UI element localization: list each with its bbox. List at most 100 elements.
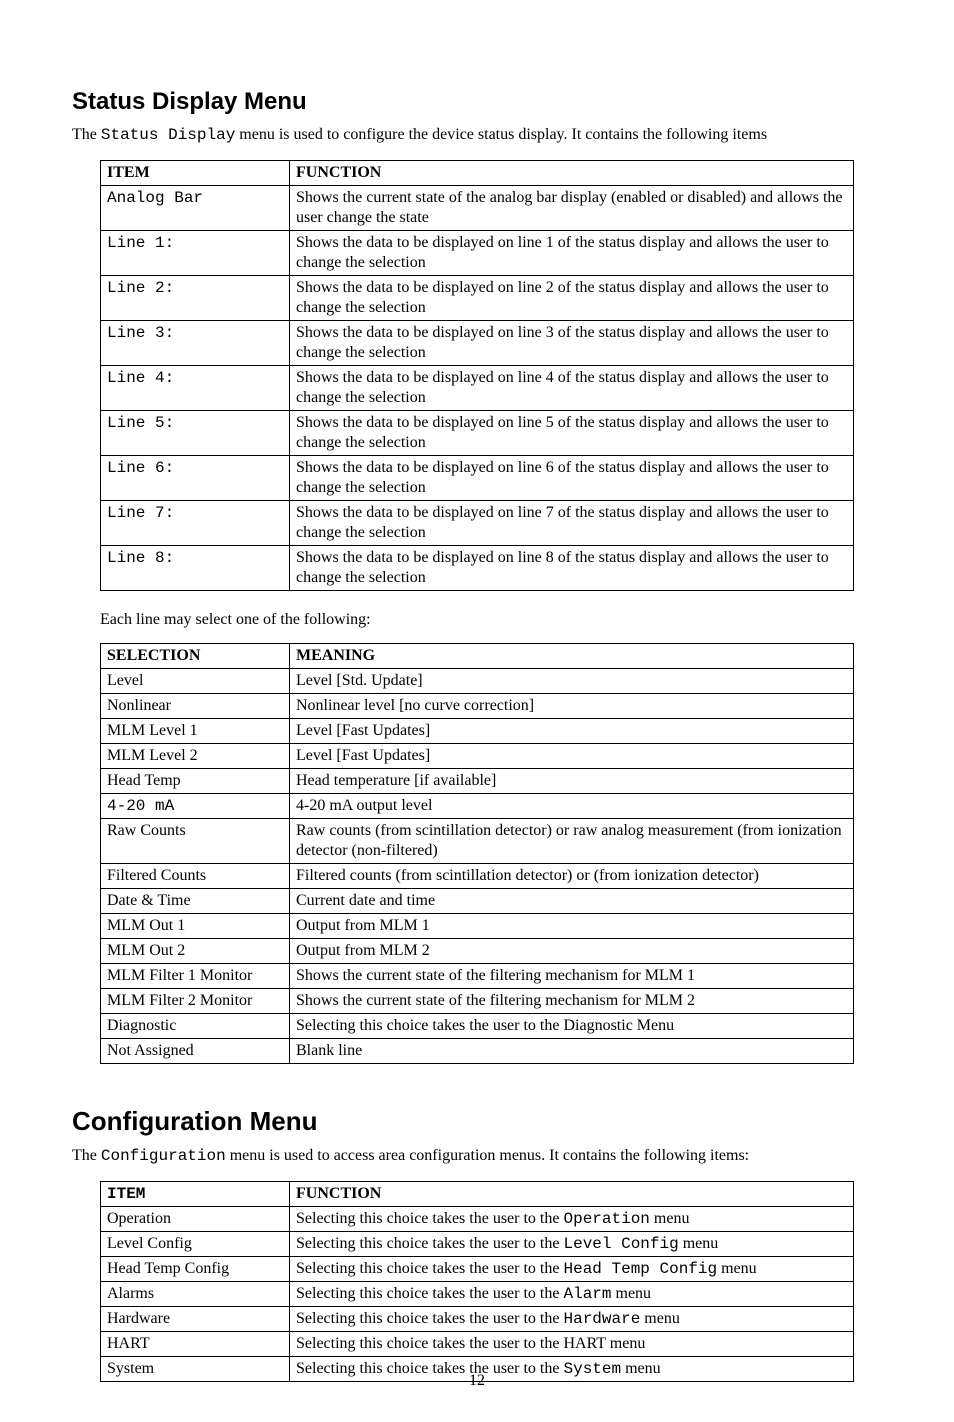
item-cell: Line 8: bbox=[101, 546, 290, 591]
function-cell: Selecting this choice takes the user to … bbox=[290, 1257, 854, 1282]
item-cell: Head Temp Config bbox=[101, 1257, 290, 1282]
cell-text: menu bbox=[717, 1260, 757, 1277]
cell-text: Shows the current state of the analog ba… bbox=[296, 189, 843, 226]
item-cell: Line 3: bbox=[101, 321, 290, 366]
cell-text: Output from MLM 2 bbox=[296, 942, 430, 959]
selection-cell: 4-20 mA bbox=[101, 794, 290, 819]
intro-text: menu is used to configure the device sta… bbox=[235, 126, 767, 143]
item-cell: HART bbox=[101, 1332, 290, 1357]
selection-cell: Date & Time bbox=[101, 889, 290, 914]
function-cell: Shows the data to be displayed on line 7… bbox=[290, 501, 854, 546]
table-header-row: SELECTION MEANING bbox=[101, 644, 854, 669]
function-cell: Selecting this choice takes the user to … bbox=[290, 1332, 854, 1357]
cell-text: Selecting this choice takes the user to … bbox=[296, 1017, 674, 1034]
status-display-table: ITEM FUNCTION Analog BarShows the curren… bbox=[100, 160, 854, 591]
col-meaning-header: MEANING bbox=[290, 644, 854, 669]
cell-text: Shows the data to be displayed on line 6… bbox=[296, 459, 829, 496]
selection-cell: Nonlinear bbox=[101, 694, 290, 719]
cell-text: Output from MLM 1 bbox=[296, 917, 430, 934]
item-cell: Hardware bbox=[101, 1307, 290, 1332]
function-cell: Shows the data to be displayed on line 8… bbox=[290, 546, 854, 591]
function-cell: Shows the data to be displayed on line 2… bbox=[290, 276, 854, 321]
table-row: MLM Level 1Level [Fast Updates] bbox=[101, 719, 854, 744]
meaning-cell: Blank line bbox=[290, 1039, 854, 1064]
selection-cell: Head Temp bbox=[101, 769, 290, 794]
cell-text: Filtered counts (from scintillation dete… bbox=[296, 867, 759, 884]
table-row: Raw CountsRaw counts (from scintillation… bbox=[101, 819, 854, 864]
item-cell: Level Config bbox=[101, 1232, 290, 1257]
table-row: LevelLevel [Std. Update] bbox=[101, 669, 854, 694]
status-display-heading: Status Display Menu bbox=[72, 88, 882, 116]
cell-text: Shows the data to be displayed on line 7… bbox=[296, 504, 829, 541]
col-function-header: FUNCTION bbox=[290, 161, 854, 186]
meaning-cell: Filtered counts (from scintillation dete… bbox=[290, 864, 854, 889]
item-cell: Line 6: bbox=[101, 456, 290, 501]
selection-cell: Diagnostic bbox=[101, 1014, 290, 1039]
table-row: Line 4:Shows the data to be displayed on… bbox=[101, 366, 854, 411]
cell-text: Selecting this choice takes the user to … bbox=[296, 1260, 563, 1277]
table-row: Analog BarShows the current state of the… bbox=[101, 186, 854, 231]
item-cell: Operation bbox=[101, 1207, 290, 1232]
item-cell: Line 2: bbox=[101, 276, 290, 321]
status-display-intro: The Status Display menu is used to confi… bbox=[72, 126, 882, 144]
meaning-cell: Raw counts (from scintillation detector)… bbox=[290, 819, 854, 864]
cell-text: Shows the data to be displayed on line 4… bbox=[296, 369, 829, 406]
table-row: MLM Out 2 Output from MLM 2 bbox=[101, 939, 854, 964]
table-row: Line 6:Shows the data to be displayed on… bbox=[101, 456, 854, 501]
function-cell: Shows the data to be displayed on line 1… bbox=[290, 231, 854, 276]
cell-text: Selecting this choice takes the user to … bbox=[296, 1285, 563, 1302]
meaning-cell: Level [Fast Updates] bbox=[290, 744, 854, 769]
table-row: Head Temp ConfigSelecting this choice ta… bbox=[101, 1257, 854, 1282]
item-cell: Alarms bbox=[101, 1282, 290, 1307]
table-row: Line 5:Shows the data to be displayed on… bbox=[101, 411, 854, 456]
table-row: MLM Level 2Level [Fast Updates] bbox=[101, 744, 854, 769]
cell-text: Alarm bbox=[563, 1285, 611, 1303]
table-row: Diagnostic Selecting this choice takes th… bbox=[101, 1014, 854, 1039]
table-row: Line 2:Shows the data to be displayed on… bbox=[101, 276, 854, 321]
table-row: Line 8:Shows the data to be displayed on… bbox=[101, 546, 854, 591]
cell-text: Shows the current state of the filtering… bbox=[296, 992, 695, 1009]
meaning-cell: Current date and time bbox=[290, 889, 854, 914]
cell-text: Shows the current state of the filtering… bbox=[296, 967, 695, 984]
table-row: Line 7:Shows the data to be displayed on… bbox=[101, 501, 854, 546]
table-row: MLM Filter 2 Monitor Shows the current st… bbox=[101, 989, 854, 1014]
cell-text: Selecting this choice takes the user to … bbox=[296, 1335, 645, 1352]
function-cell: Selecting this choice takes the user to … bbox=[290, 1207, 854, 1232]
item-cell: Analog Bar bbox=[101, 186, 290, 231]
meaning-cell: Head temperature [if available] bbox=[290, 769, 854, 794]
selection-cell: Not Assigned bbox=[101, 1039, 290, 1064]
col-item-header: ITEM bbox=[101, 161, 290, 186]
configuration-heading: Configuration Menu bbox=[72, 1106, 882, 1137]
cell-text: Shows the data to be displayed on line 2… bbox=[296, 279, 829, 316]
meaning-cell: Level [Fast Updates] bbox=[290, 719, 854, 744]
table-row: Line 1:Shows the data to be displayed on… bbox=[101, 231, 854, 276]
selection-cell: MLM Level 2 bbox=[101, 744, 290, 769]
selection-cell: Filtered Counts bbox=[101, 864, 290, 889]
selection-cell: MLM Out 2 bbox=[101, 939, 290, 964]
cell-text: Selecting this choice takes the user to … bbox=[296, 1235, 563, 1252]
cell-text: Current date and time bbox=[296, 892, 435, 909]
intro-mono: Configuration bbox=[101, 1147, 226, 1165]
table-header-row: ITEM FUNCTION bbox=[101, 161, 854, 186]
cell-text: Nonlinear level [no curve correction] bbox=[296, 697, 534, 714]
selection-cell: MLM Filter 1 Monitor bbox=[101, 964, 290, 989]
item-cell: Line 5: bbox=[101, 411, 290, 456]
cell-text: Operation bbox=[563, 1210, 649, 1228]
table-row: Line 3:Shows the data to be displayed on… bbox=[101, 321, 854, 366]
function-cell: Shows the data to be displayed on line 4… bbox=[290, 366, 854, 411]
meaning-cell: Shows the current state of the filtering… bbox=[290, 989, 854, 1014]
configuration-table: ITEM FUNCTION OperationSelecting this ch… bbox=[100, 1181, 854, 1382]
meaning-cell: Nonlinear level [no curve correction] bbox=[290, 694, 854, 719]
table-row: MLM Filter 1 Monitor Shows the current st… bbox=[101, 964, 854, 989]
meaning-cell: Output from MLM 1 bbox=[290, 914, 854, 939]
selection-cell: MLM Filter 2 Monitor bbox=[101, 989, 290, 1014]
cell-text: Shows the data to be displayed on line 3… bbox=[296, 324, 829, 361]
table-row: Filtered Counts Filtered counts (from sci… bbox=[101, 864, 854, 889]
table-row: Level ConfigSelecting this choice takes … bbox=[101, 1232, 854, 1257]
cell-text: Level Config bbox=[563, 1235, 678, 1253]
item-cell: Line 1: bbox=[101, 231, 290, 276]
cell-text: Head Temp Config bbox=[563, 1260, 717, 1278]
cell-text: menu bbox=[612, 1285, 652, 1302]
function-cell: Selecting this choice takes the user to … bbox=[290, 1307, 854, 1332]
cell-text: Level [Std. Update] bbox=[296, 672, 423, 689]
